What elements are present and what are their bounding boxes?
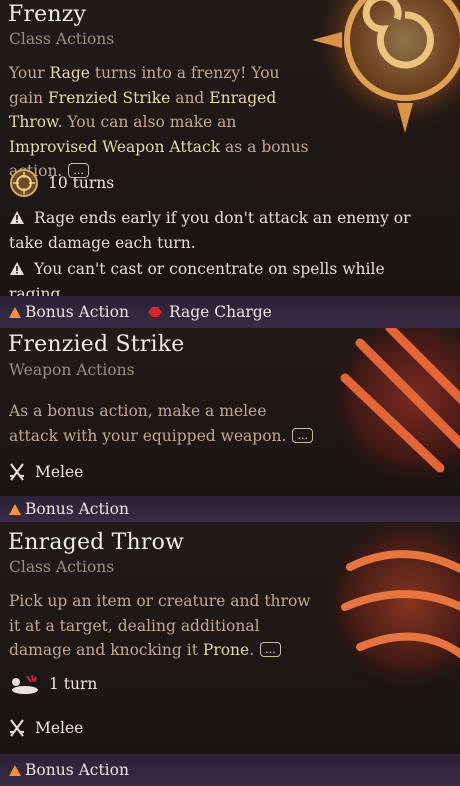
ability-category: Class Actions [9,558,115,576]
keyword-improvised-weapon-attack[interactable]: Improvised Weapon Attack [9,138,220,156]
bonus-action-triangle-icon [9,503,21,515]
bonus-action-triangle-icon [9,306,21,318]
keyword-prone[interactable]: Prone [203,641,249,659]
cost-rage-charge: Rage Charge [168,303,272,321]
ability-title: Frenzied Strike [8,332,185,357]
rage-warning-2: You can't cast or concentrate on spells … [9,260,385,296]
ability-description: As a bonus action, make a melee attack w… [9,399,319,448]
cost-bonus-action: Bonus Action [25,303,129,321]
keyword-frenzied-strike[interactable]: Frenzied Strike [48,89,170,107]
ability-description: Pick up an item or creature and throw it… [9,592,311,659]
crossed-swords-icon [10,463,24,481]
ability-title: Enraged Throw [8,530,185,555]
sun-sigil-art-icon [312,0,460,133]
rage-warning-1: Rage ends early if you don't attack an e… [9,209,411,252]
ability-title: Frenzy [8,2,87,27]
frenzy-tooltip: Frenzy Class Actions Your Rage turns int… [0,0,460,296]
range-text: Melee [35,719,84,737]
duration-row: 10 turns [9,168,114,198]
range-row: Melee [9,719,83,737]
prone-icon [12,674,38,694]
bonus-action-triangle-icon [9,764,21,776]
more-info-button[interactable]: ... [260,642,281,657]
range-text: Melee [35,463,84,481]
cost-bonus-action: Bonus Action [25,500,129,518]
duration-text: 10 turns [48,174,115,192]
ability-category: Weapon Actions [9,361,135,379]
enraged-throw-tooltip: Enraged Throw Class Actions Pick up an i… [0,522,460,754]
rage-charge-icon [147,307,162,317]
cost-bar: Bonus Action [0,754,460,786]
cost-bar: Bonus Action Rage Charge [0,296,460,328]
ability-description: Your Rage turns into a frenzy! You gain … [9,64,309,180]
more-info-button[interactable]: ... [292,427,313,443]
duration-icon [10,169,38,197]
warning-icon [10,262,24,275]
cost-bar: Bonus Action [0,496,460,522]
claw-mark-art-icon [325,328,460,488]
cost-bonus-action: Bonus Action [25,761,129,779]
claw-mark-art-icon [320,522,460,692]
duration-text: 1 turn [49,675,98,693]
frenzied-strike-tooltip: Frenzied Strike Weapon Actions As a bonu… [0,328,460,496]
range-row: Melee [9,463,83,481]
ability-category: Class Actions [9,30,115,48]
duration-row: 1 turn [9,672,97,696]
crossed-swords-icon [10,719,24,737]
warning-icon [10,211,24,224]
keyword-rage[interactable]: Rage [50,64,90,82]
